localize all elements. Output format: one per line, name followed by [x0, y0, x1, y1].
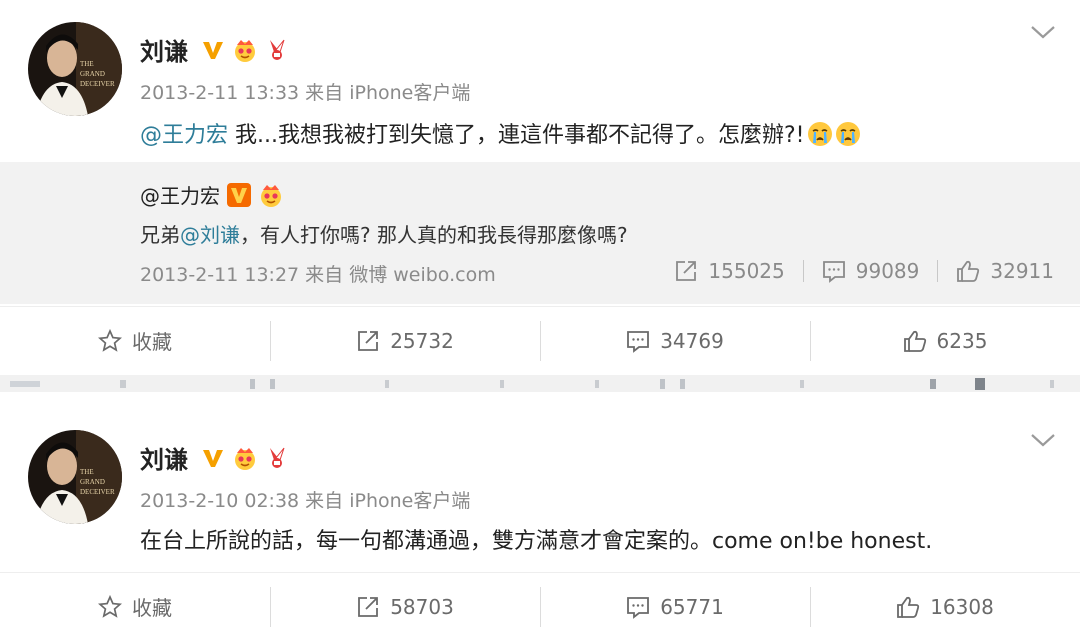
comment-count-label: 65771: [660, 594, 724, 619]
verified-v-icon: [227, 182, 251, 207]
crying-emoji-icon: [807, 122, 832, 146]
repost-author[interactable]: @王力宏: [140, 180, 220, 209]
svg-text:DECEIVER: DECEIVER: [80, 80, 115, 88]
favorite-label: 收藏: [132, 330, 172, 354]
avatar-image: THE GRAND DECEIVER: [28, 430, 122, 524]
repost-card[interactable]: @王力宏 兄弟@刘谦，有人打你嗎? 那人真的和我長得那麼像嗎? 2013-2-1…: [0, 162, 1080, 304]
author-row: 刘谦: [140, 440, 296, 475]
favorite-button[interactable]: 收藏: [0, 573, 270, 633]
repost-stats: 155025 99089 32911: [674, 259, 1054, 283]
like-button[interactable]: 16308: [810, 573, 1080, 633]
crying-emoji-icon: [835, 122, 860, 146]
author-name[interactable]: 刘谦: [140, 32, 188, 67]
repost-count[interactable]: 155025: [674, 259, 785, 283]
thumbs-up-icon: [897, 596, 920, 618]
repost-icon: [358, 330, 379, 351]
repost-count-label: 25732: [390, 328, 454, 353]
favorite-button[interactable]: 收藏: [0, 307, 270, 374]
avatar-image: THE GRAND DECEIVER: [28, 22, 122, 116]
repost-button[interactable]: 58703: [270, 573, 540, 633]
avatar[interactable]: THE GRAND DECEIVER: [28, 22, 122, 116]
vip-crown-icon: [235, 39, 255, 62]
action-bar: 收藏 25732 34769 6235: [0, 306, 1080, 374]
verified-v-icon: [203, 41, 223, 59]
like-count-label: 6235: [936, 328, 988, 353]
repost-count-value: 155025: [708, 259, 785, 283]
svg-text:DECEIVER: DECEIVER: [80, 488, 115, 496]
like-count-value: 32911: [990, 259, 1054, 283]
comment-icon: [627, 596, 650, 619]
chevron-down-icon[interactable]: [1030, 432, 1056, 448]
post-meta: 2013-2-11 13:33 来自 iPhone客户端: [140, 82, 471, 104]
post-content: @王力宏 我...我想我被打到失憶了，連這件事都不記得了。怎麼辦?!: [140, 117, 861, 149]
vip-crown-icon: [261, 184, 281, 207]
weibo-post: THE GRAND DECEIVER 刘谦 2013-2-11 13:33 来自…: [0, 0, 1080, 375]
repost-icon: [676, 261, 697, 281]
verified-v-icon: [203, 449, 223, 467]
comment-icon: [627, 330, 650, 353]
divider: [937, 260, 939, 282]
post-meta: 2013-2-10 02:38 来自 iPhone客户端: [140, 490, 471, 512]
action-bar: 收藏 58703 65771 16308: [0, 572, 1080, 633]
repost-icon: [358, 596, 379, 617]
divider: [802, 260, 804, 282]
repost-text-suffix: ，有人打你嗎? 那人真的和我長得那麼像嗎?: [240, 223, 628, 247]
post-divider: [0, 375, 1080, 392]
author-row: 刘谦: [140, 32, 296, 67]
mention-link[interactable]: @刘谦: [180, 223, 240, 247]
like-button[interactable]: 6235: [810, 307, 1080, 374]
post-content: 在台上所說的話，每一句都溝通過，雙方滿意才會定案的。come on!be hon…: [140, 523, 932, 555]
svg-text:THE: THE: [80, 60, 94, 68]
medal-icon: [270, 447, 285, 468]
comment-count-label: 34769: [660, 328, 724, 353]
repost-count-label: 58703: [390, 594, 454, 619]
comment-count[interactable]: 99089: [822, 259, 920, 283]
mention-link[interactable]: @王力宏: [140, 123, 228, 148]
post-text: 在台上所說的話，每一句都溝通過，雙方滿意才會定案的。come on!be hon…: [140, 529, 933, 554]
star-icon: [98, 328, 122, 352]
vip-crown-icon: [235, 447, 255, 470]
comment-icon: [822, 261, 845, 283]
medal-icon: [270, 39, 285, 60]
divider-pattern: [0, 375, 1080, 392]
comment-button[interactable]: 65771: [540, 573, 810, 633]
author-name[interactable]: 刘谦: [140, 440, 188, 475]
star-icon: [98, 594, 122, 618]
favorite-label: 收藏: [132, 596, 172, 620]
repost-text-prefix: 兄弟: [140, 223, 180, 247]
post-text: 我...我想我被打到失憶了，連這件事都不記得了。怎麼辦?!: [228, 123, 805, 148]
repost-meta: 2013-2-11 13:27 来自 微博 weibo.com: [140, 264, 496, 286]
svg-text:THE: THE: [80, 468, 94, 476]
comment-count-value: 99089: [855, 259, 920, 283]
repost-text: 兄弟@刘谦，有人打你嗎? 那人真的和我長得那麼像嗎?: [140, 219, 628, 248]
thumbs-up-icon: [903, 330, 926, 352]
avatar[interactable]: THE GRAND DECEIVER: [28, 430, 122, 524]
thumbs-up-icon: [957, 260, 980, 282]
weibo-post: THE GRAND DECEIVER 刘谦 2013-2-10 02:38 来自…: [0, 392, 1080, 633]
like-count[interactable]: 32911: [956, 259, 1054, 283]
like-count-label: 16308: [930, 594, 994, 619]
repost-button[interactable]: 25732: [270, 307, 540, 374]
chevron-down-icon[interactable]: [1030, 24, 1056, 40]
repost-author-row: @王力宏: [140, 180, 284, 209]
comment-button[interactable]: 34769: [540, 307, 810, 374]
svg-text:GRAND: GRAND: [80, 70, 105, 78]
svg-text:GRAND: GRAND: [80, 478, 105, 486]
